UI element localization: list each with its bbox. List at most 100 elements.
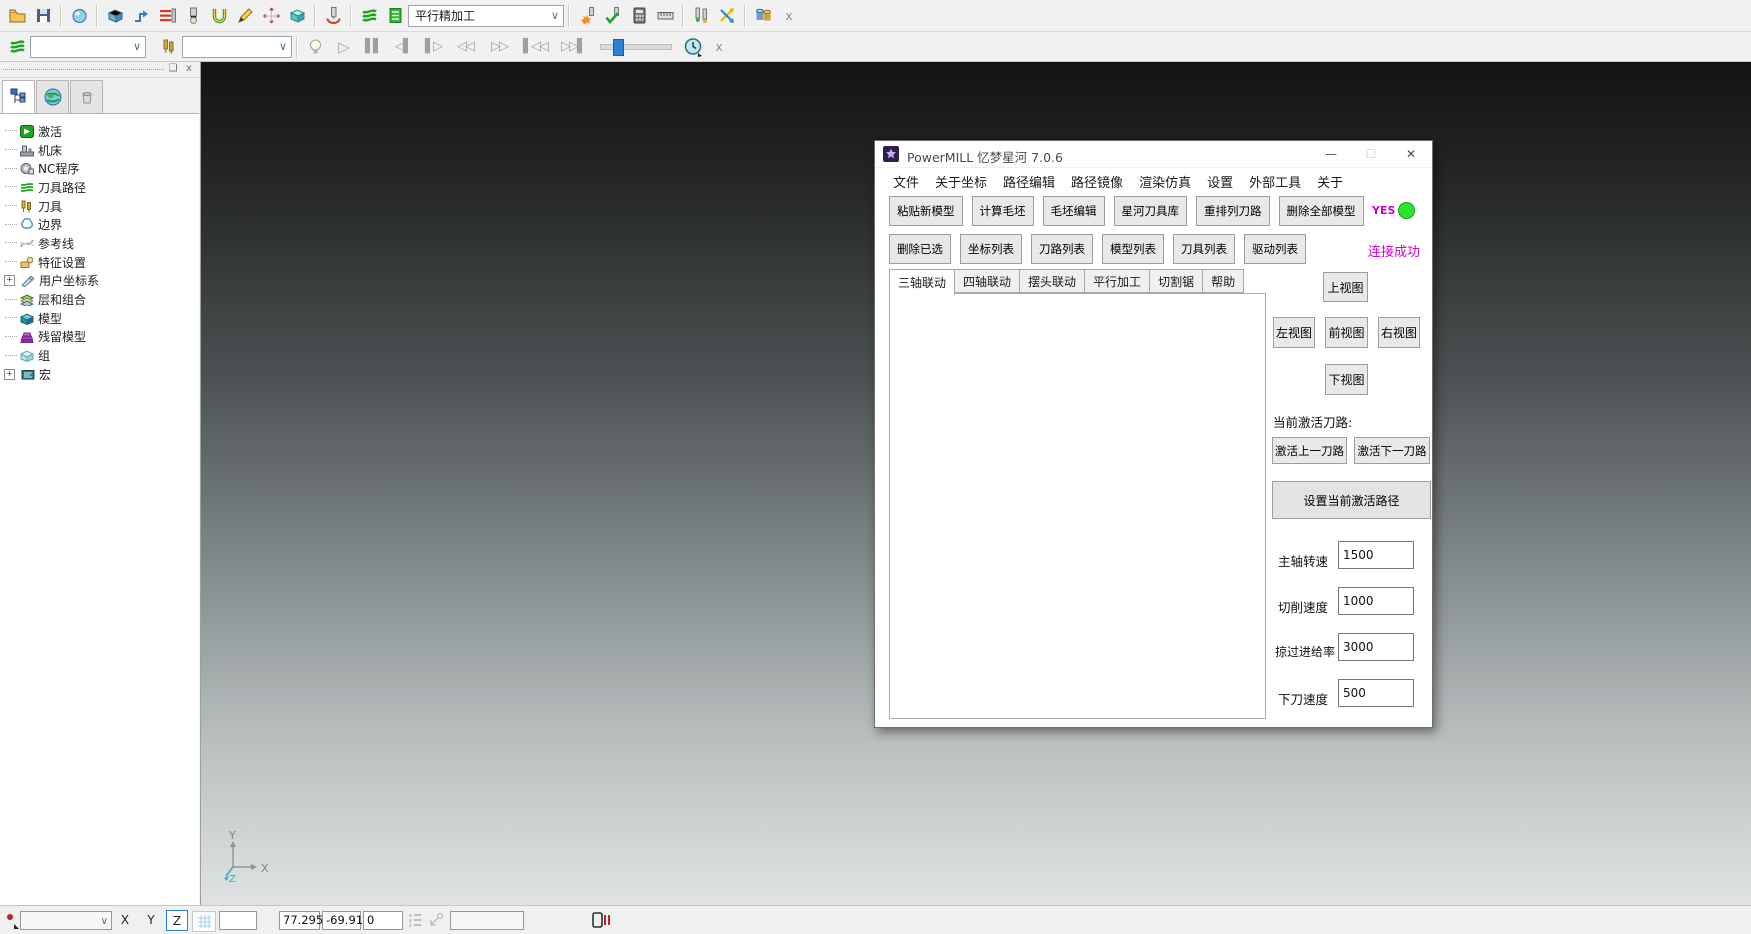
tree-item-nc-program[interactable]: NC程序 <box>0 159 199 178</box>
record-dot-icon[interactable] <box>4 911 20 932</box>
axis-z-toggle[interactable]: Z <box>166 910 188 931</box>
tool-list-button[interactable]: 刀具列表 <box>1173 234 1235 264</box>
axis-swap-icon[interactable] <box>714 3 740 29</box>
stock-levels-icon[interactable] <box>154 3 180 29</box>
shaded-ball-icon[interactable] <box>66 3 92 29</box>
bulb-icon[interactable] <box>302 34 328 60</box>
activate-prev-toolpath-button[interactable]: 激活上一刀路 <box>1272 437 1347 464</box>
clock-icon[interactable] <box>680 34 706 60</box>
drill-arc-icon[interactable] <box>320 3 346 29</box>
sim-step-forward-button[interactable]: ▌▷ <box>418 39 448 54</box>
menu-about[interactable]: 关于 <box>1309 169 1351 191</box>
sim-step-back-button[interactable]: ◁▌ <box>388 39 418 54</box>
sim-go-start-button[interactable]: ▌◁◁ <box>516 39 554 54</box>
globe-tab[interactable] <box>36 80 69 113</box>
sim-speed-slider[interactable] <box>600 44 672 50</box>
tab-3axis[interactable]: 三轴联动 <box>889 269 955 295</box>
expand-icon[interactable]: + <box>4 275 15 286</box>
tree-item-activate[interactable]: 激活 <box>0 122 199 141</box>
restore-panel-icon[interactable]: ❏ <box>166 63 180 75</box>
delete-all-models-button[interactable]: 删除全部模型 <box>1279 196 1364 226</box>
sim-go-end-button[interactable]: ▷▷▌ <box>554 39 592 54</box>
tree-item-models[interactable]: 模型 <box>0 309 199 328</box>
close-button[interactable]: ✕ <box>1391 141 1431 167</box>
tab-tilt-head[interactable]: 摆头联动 <box>1020 269 1085 293</box>
tab-parallel[interactable]: 平行加工 <box>1085 269 1150 293</box>
drive-list-button[interactable]: 驱动列表 <box>1244 234 1306 264</box>
view-bottom-button[interactable]: 下视图 <box>1325 364 1368 395</box>
tree-item-boundaries[interactable]: 边界 <box>0 215 199 234</box>
spindle-speed-input[interactable] <box>1338 541 1414 569</box>
tree-item-groups[interactable]: 组 <box>0 346 199 365</box>
expand-icon[interactable]: + <box>4 369 15 380</box>
pencil-measure-icon[interactable] <box>232 3 258 29</box>
menu-path-mirror[interactable]: 路径镜像 <box>1063 169 1131 191</box>
tools-icon[interactable] <box>156 34 182 60</box>
menu-render-sim[interactable]: 渲染仿真 <box>1131 169 1199 191</box>
view-front-button[interactable]: 前视图 <box>1325 317 1368 348</box>
menu-path-edit[interactable]: 路径编辑 <box>995 169 1063 191</box>
view-top-button[interactable]: 上视图 <box>1323 272 1368 302</box>
channel-tool-icon[interactable] <box>206 3 232 29</box>
rearrange-toolpath-button[interactable]: 重排列刀路 <box>1196 196 1270 226</box>
tree-item-patterns[interactable]: 参考线 <box>0 234 199 253</box>
toolpath-combo[interactable]: ∨ <box>30 36 146 58</box>
tool-library-button[interactable]: 星河刀具库 <box>1114 196 1188 226</box>
delete-selected-button[interactable]: 删除已选 <box>889 234 951 264</box>
menu-file[interactable]: 文件 <box>885 169 927 191</box>
sim-pause-button[interactable]: ▌▌ <box>358 39 388 54</box>
grid-toggle-icon[interactable] <box>192 911 216 932</box>
tree-item-toolpaths[interactable]: 刀具路径 <box>0 178 199 197</box>
clipboard-pause-icon[interactable] <box>592 911 612 933</box>
stock-edit-button[interactable]: 毛坯编辑 <box>1043 196 1105 226</box>
model-list-button[interactable]: 模型列表 <box>1102 234 1164 264</box>
axis-x-toggle[interactable]: X <box>114 910 136 931</box>
activate-next-toolpath-button[interactable]: 激活下一刀路 <box>1354 437 1430 464</box>
locator-icon[interactable] <box>428 911 446 932</box>
open-file-icon[interactable] <box>4 3 30 29</box>
block-model-icon[interactable] <box>102 3 128 29</box>
coord-x-field[interactable]: 77.2951 <box>279 911 320 930</box>
ruler-icon[interactable] <box>652 3 678 29</box>
sim-rewind-button[interactable]: ◁◁ <box>448 39 482 54</box>
minimize-button[interactable]: — <box>1311 141 1351 167</box>
close-panel-icon[interactable]: x <box>182 63 196 75</box>
toolbar-close-icon[interactable]: x <box>706 34 732 60</box>
toolpath-list-button[interactable]: 刀路列表 <box>1031 234 1093 264</box>
pattern-points-icon[interactable] <box>258 3 284 29</box>
menu-coords[interactable]: 关于坐标 <box>927 169 995 191</box>
toolbar-close-icon[interactable]: x <box>776 3 802 29</box>
view-right-button[interactable]: 右视图 <box>1378 317 1420 348</box>
measure-field[interactable] <box>450 911 524 930</box>
strategy-combo[interactable]: 平行精加工 ∨ <box>408 5 564 27</box>
tree-item-workplanes[interactable]: +用户坐标系 <box>0 272 199 291</box>
tree-item-macros[interactable]: +宏 <box>0 365 199 384</box>
menu-external-tools[interactable]: 外部工具 <box>1241 169 1309 191</box>
set-active-path-button[interactable]: 设置当前激活路径 <box>1272 481 1431 519</box>
panel-grip[interactable]: ❏ x <box>0 62 200 78</box>
paste-new-model-button[interactable]: 粘贴新模型 <box>889 196 963 226</box>
toolpath-create-icon[interactable] <box>128 3 154 29</box>
slider-knob[interactable] <box>613 39 624 56</box>
strategy-list-icon[interactable] <box>382 3 408 29</box>
menu-settings[interactable]: 设置 <box>1199 169 1241 191</box>
toolpath-stack-icon[interactable] <box>356 3 382 29</box>
dialog-titlebar[interactable]: PowerMILL 忆梦星河 7.0.6 — ☐ ✕ <box>875 141 1432 168</box>
plunge-feed-input[interactable] <box>1338 679 1414 707</box>
tree-item-stock-models[interactable]: 残留模型 <box>0 328 199 347</box>
tool-flash-icon[interactable] <box>574 3 600 29</box>
tab-saw[interactable]: 切割锯 <box>1150 269 1203 293</box>
view-left-button[interactable]: 左视图 <box>1273 317 1315 348</box>
xyz-list-icon[interactable]: ­xyz <box>409 912 423 932</box>
coord-list-button[interactable]: 坐标列表 <box>960 234 1022 264</box>
recycle-bin-tab[interactable] <box>70 80 103 113</box>
tool-combo[interactable]: ∨ <box>182 36 292 58</box>
tool-check-icon[interactable] <box>600 3 626 29</box>
sim-fast-forward-button[interactable]: ▷▷ <box>482 39 516 54</box>
save-icon[interactable] <box>30 3 56 29</box>
axis-y-toggle[interactable]: Y <box>140 910 162 931</box>
tool-pair-icon[interactable] <box>688 3 714 29</box>
skim-feed-input[interactable] <box>1338 633 1414 661</box>
toolpath-stack-icon[interactable] <box>4 34 30 60</box>
stock-box-icon[interactable] <box>284 3 310 29</box>
